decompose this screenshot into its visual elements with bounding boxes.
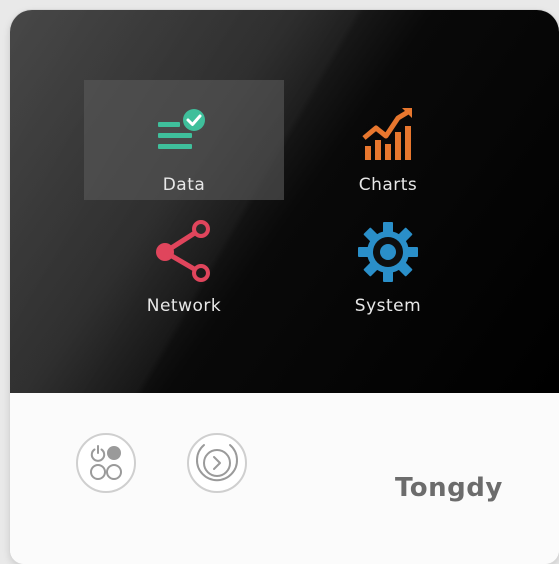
- menu-item-label: System: [354, 296, 422, 316]
- share-network-icon: [156, 220, 210, 282]
- power-icon: [90, 445, 122, 480]
- menu-item-network[interactable]: Network: [84, 205, 284, 325]
- menu-item-data[interactable]: Data: [84, 80, 284, 200]
- menu-item-label: Data: [162, 175, 206, 195]
- thermostat-device: Data Charts Network System Tongdy: [10, 10, 559, 564]
- screen-glare: [10, 10, 559, 393]
- bar-chart-icon: [362, 108, 412, 160]
- next-button[interactable]: [187, 433, 247, 493]
- menu-item-charts[interactable]: Charts: [288, 80, 488, 200]
- brand-logo: Tongdy: [395, 473, 503, 503]
- power-button[interactable]: [76, 433, 136, 493]
- menu-item-label: Network: [146, 296, 222, 316]
- data-check-icon: [158, 109, 205, 149]
- chevron-right-icon: [196, 444, 238, 482]
- touch-screen: Data Charts Network System: [10, 10, 559, 393]
- menu-item-label: Charts: [358, 175, 418, 195]
- menu-item-system[interactable]: System: [288, 205, 488, 325]
- control-panel: Tongdy: [10, 393, 559, 564]
- gear-icon: [358, 222, 418, 282]
